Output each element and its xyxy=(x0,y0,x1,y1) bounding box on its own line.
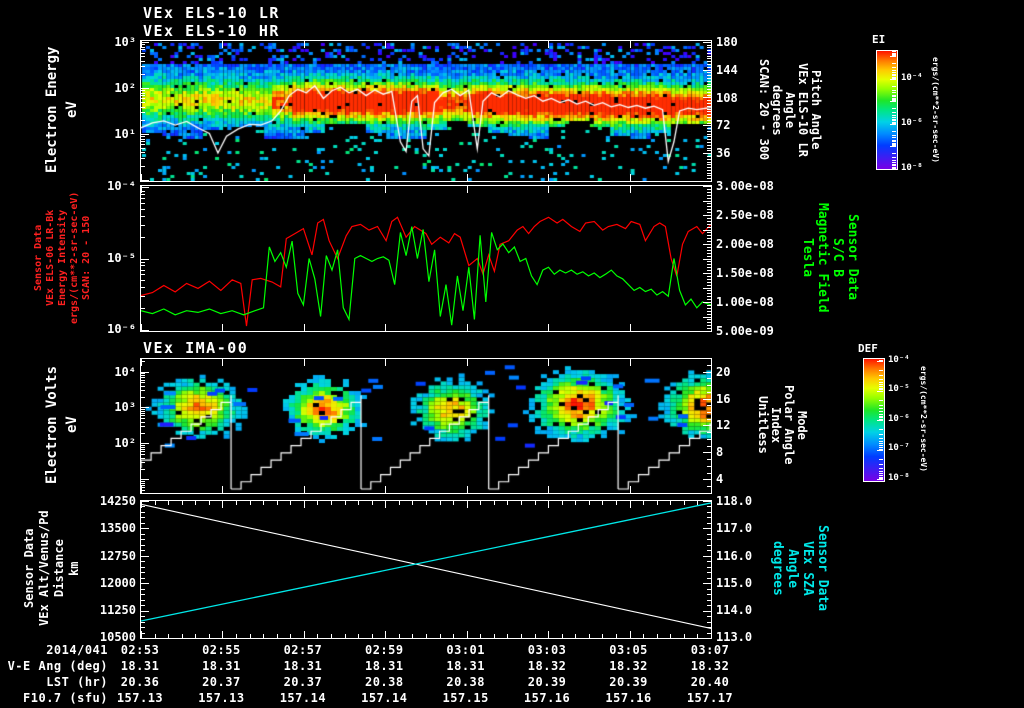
footer-times-6: 03:05 xyxy=(609,643,648,657)
cb-ei-tick: 10⁻⁶ xyxy=(901,118,923,128)
footer-f107-3: 157.14 xyxy=(361,691,408,705)
ima-spectrogram-panel xyxy=(140,358,712,494)
footer-times-0: 02:53 xyxy=(120,643,160,657)
ima-axis-ticks xyxy=(141,359,711,493)
footer-f107-5: 157.16 xyxy=(523,691,571,705)
footer-ve_ang-0: 18.31 xyxy=(120,659,160,673)
footer-f107-6: 157.16 xyxy=(605,691,652,705)
p1-left-title-0: Electron Energy xyxy=(44,46,60,174)
p2-left-title-4: SCAN: 20 - 150 xyxy=(81,215,92,300)
colorbar-ei xyxy=(876,50,898,170)
p2-right-tick: 3.00e-08 xyxy=(716,179,774,193)
panel1-title-line2: VEx ELS-10 HR xyxy=(143,22,280,40)
footer-times-1: 02:55 xyxy=(202,643,241,657)
footer-ve_ang-1: 18.31 xyxy=(202,659,241,673)
colorbar-ei-ticks xyxy=(890,51,896,169)
footer-times-3: 02:59 xyxy=(364,643,404,657)
p4-right-tick: 118.0 xyxy=(716,494,753,508)
p4-right-tick: 116.0 xyxy=(716,549,753,563)
p4-right-tick: 115.0 xyxy=(716,576,753,590)
p1-right-tick: 180 xyxy=(716,35,738,49)
footer-lst-6: 20.39 xyxy=(609,675,648,689)
altitude-axis-ticks xyxy=(141,501,711,638)
footer-ve_ang-5: 18.32 xyxy=(527,659,567,673)
footer-f107-2: 157.14 xyxy=(279,691,327,705)
panel1-title-line1: VEx ELS-10 LR xyxy=(143,4,280,22)
p2-right-tick: 1.50e-08 xyxy=(716,266,774,280)
intensity-bfield-panel xyxy=(140,185,712,332)
footer-f107-0: 157.13 xyxy=(116,691,164,705)
p3-right-tick: 12 xyxy=(716,418,731,432)
colorbar-def xyxy=(863,358,885,482)
p4-right-title-3: degrees xyxy=(770,541,785,596)
cb-def-tick: 10⁻⁴ xyxy=(888,355,910,365)
footer-times-2: 02:57 xyxy=(283,643,323,657)
p1-right-tick: 108 xyxy=(716,91,738,105)
cb-def-tick: 10⁻⁸ xyxy=(888,473,910,483)
p1-right-tick: 36 xyxy=(716,146,731,160)
footer-ve_ang-4: 18.31 xyxy=(446,659,485,673)
p3-right-tick: 4 xyxy=(716,472,724,486)
cb-def-tick: 10⁻⁷ xyxy=(888,443,910,453)
p2-right-tick: 2.50e-08 xyxy=(716,208,774,222)
vex-multipanel-plot: VEx ELS-10 LR VEx ELS-10 HR VEx IMA-00 1… xyxy=(0,0,1024,708)
p4-right-tick: 114.0 xyxy=(716,603,753,617)
p4-right-tick: 117.0 xyxy=(716,521,753,535)
footer-date: 2014/041 xyxy=(46,643,108,657)
cb-ei-tick: 10⁻⁸ xyxy=(901,163,923,173)
footer-row-label-0: V-E Ang (deg) xyxy=(7,659,108,673)
p2-right-tick: 5.00e-09 xyxy=(716,324,774,338)
colorbar-ei-units: ergs/(cm**2-sr-sec-eV) xyxy=(931,57,940,163)
footer-ve_ang-3: 18.31 xyxy=(364,659,404,673)
p1-right-title-4: SCAN: 20 - 300 xyxy=(757,59,771,161)
p1-right-tick: 144 xyxy=(716,63,738,77)
footer-lst-2: 20.37 xyxy=(283,675,323,689)
cb-ei-tick: 10⁻⁴ xyxy=(901,73,923,83)
footer-row-label-1: LST (hr) xyxy=(46,675,108,689)
p2-right-tick: 1.00e-08 xyxy=(716,295,774,309)
colorbar-def-title: DEF xyxy=(858,342,878,355)
footer-times-5: 03:03 xyxy=(527,643,567,657)
footer-lst-4: 20.38 xyxy=(446,675,485,689)
p3-right-tick: 16 xyxy=(716,392,731,406)
colorbar-def-ticks xyxy=(877,360,883,480)
footer-times-7: 03:07 xyxy=(690,643,730,657)
altitude-sza-panel xyxy=(140,500,712,639)
footer-f107-1: 157.13 xyxy=(198,691,245,705)
footer-times-4: 03:01 xyxy=(446,643,485,657)
footer-lst-7: 20.40 xyxy=(690,675,730,689)
p3-left-title-1: eV xyxy=(64,416,80,434)
p3-left-title-0: Electron Volts xyxy=(44,366,60,485)
p2-right-title-3: Tesla xyxy=(800,237,815,278)
p3-right-tick: 8 xyxy=(716,445,724,459)
p1-right-tick: 72 xyxy=(716,118,731,132)
p1-left-title-1: eV xyxy=(64,101,80,119)
colorbar-ei-title: EI xyxy=(872,33,886,46)
footer-f107-4: 157.15 xyxy=(442,691,489,705)
footer-ve_ang-6: 18.32 xyxy=(609,659,648,673)
p3-right-tick: 20 xyxy=(716,365,731,379)
footer-ve_ang-7: 18.32 xyxy=(690,659,730,673)
footer-lst-5: 20.39 xyxy=(527,675,567,689)
footer-lst-3: 20.38 xyxy=(364,675,404,689)
panel3-title: VEx IMA-00 xyxy=(143,339,249,357)
p3-right-title-3: Unitless xyxy=(756,396,770,454)
colorbar-def-units: ergs/(cm**2-sr-sec-eV) xyxy=(919,366,928,472)
footer-lst-0: 20.36 xyxy=(120,675,160,689)
intensity-axis-ticks xyxy=(141,186,711,331)
els-spectrogram-panel xyxy=(140,40,712,182)
footer-row-label-2: F10.7 (sfu) xyxy=(23,691,108,705)
els-axis-ticks xyxy=(141,41,711,181)
footer-ve_ang-2: 18.31 xyxy=(283,659,323,673)
p2-right-tick: 2.00e-08 xyxy=(716,237,774,251)
cb-def-tick: 10⁻⁶ xyxy=(888,414,910,424)
p4-right-tick: 113.0 xyxy=(716,630,753,644)
cb-def-tick: 10⁻⁵ xyxy=(888,384,910,394)
footer-f107-7: 157.17 xyxy=(686,691,734,705)
footer-lst-1: 20.37 xyxy=(202,675,241,689)
p4-left-title-3: km xyxy=(67,561,81,576)
